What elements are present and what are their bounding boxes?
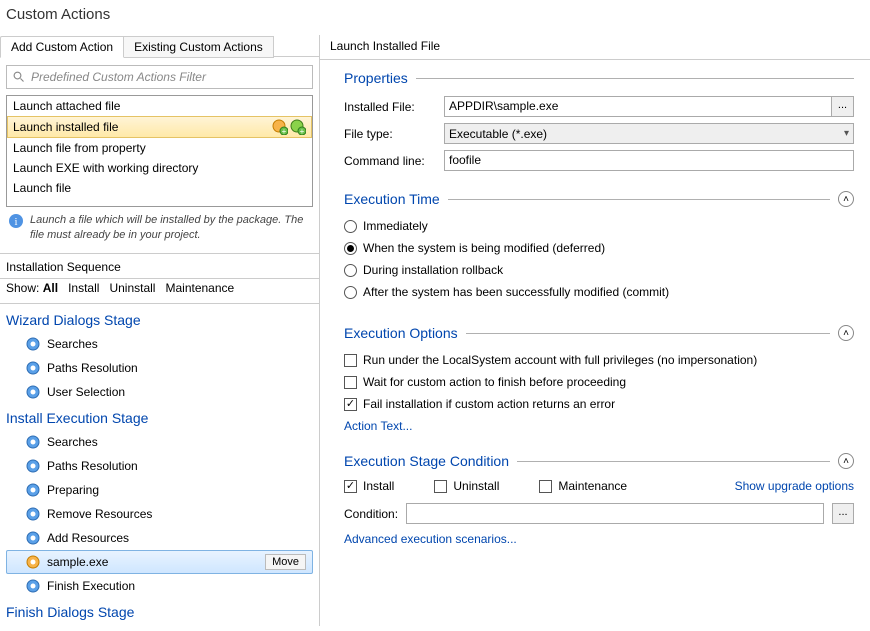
show-filter: Show: All Install Uninstall Maintenance	[0, 279, 319, 303]
stage-finish[interactable]: Finish Dialogs Stage	[6, 598, 313, 624]
installed-file-input[interactable]: APPDIR\sample.exe	[444, 96, 832, 117]
file-type-select[interactable]: Executable (*.exe) ▾	[444, 123, 854, 144]
show-all[interactable]: All	[43, 281, 58, 295]
tree-item[interactable]: Paths Resolution	[6, 356, 313, 380]
tree-item[interactable]: Remove Resources	[6, 502, 313, 526]
gear-icon	[25, 458, 41, 474]
check-wait[interactable]: Wait for custom action to finish before …	[344, 373, 854, 395]
move-button[interactable]: Move	[265, 554, 306, 570]
chevron-down-icon: ▾	[844, 128, 849, 139]
action-item[interactable]: Launch file from property	[7, 138, 312, 158]
hint-text: i Launch a file which will be installed …	[0, 207, 319, 253]
action-item[interactable]: Launch EXE with working directory	[7, 158, 312, 178]
right-pane: Launch Installed File Properties Install…	[320, 35, 870, 626]
tree-item[interactable]: Paths Resolution	[6, 454, 313, 478]
group-exec-stage: Execution Stage Condition ˄ Install Unin…	[344, 453, 854, 546]
file-type-label: File type:	[344, 127, 444, 141]
gear-icon	[25, 530, 41, 546]
page-title: Custom Actions	[0, 0, 870, 35]
group-title: Execution Stage Condition	[344, 453, 517, 469]
tab-row: Add Custom Action Existing Custom Action…	[0, 35, 319, 57]
collapse-icon[interactable]: ˄	[838, 325, 854, 341]
tree-item[interactable]: User Selection	[6, 380, 313, 404]
check-fail[interactable]: Fail installation if custom action retur…	[344, 395, 854, 417]
action-list[interactable]: Launch attached file Launch installed fi…	[6, 95, 313, 208]
filter-placeholder: Predefined Custom Actions Filter	[31, 70, 206, 84]
radio-immediately[interactable]: Immediately	[344, 217, 854, 239]
gear-icon	[25, 434, 41, 450]
group-properties: Properties Installed File: APPDIR\sample…	[344, 70, 854, 171]
action-item[interactable]: Launch installed file + +	[7, 116, 312, 138]
check-uninstall[interactable]: Uninstall	[434, 479, 499, 493]
tree-item-selected[interactable]: sample.exe Move	[6, 550, 313, 574]
tree-item[interactable]: Searches	[6, 430, 313, 454]
cmd-line-input[interactable]: foofile	[444, 150, 854, 171]
show-uninstall[interactable]: Uninstall	[109, 281, 155, 295]
action-item[interactable]: Launch file	[7, 178, 312, 198]
gear-icon	[25, 336, 41, 352]
group-exec-time: Execution Time ˄ Immediately When the sy…	[344, 191, 854, 305]
gear-icon	[25, 506, 41, 522]
sequence-title: Installation Sequence	[0, 254, 319, 278]
group-title: Execution Time	[344, 191, 448, 207]
gear-icon	[25, 482, 41, 498]
info-icon: i	[8, 213, 24, 229]
gear-icon	[25, 578, 41, 594]
search-icon	[13, 71, 25, 83]
advanced-scenarios-link[interactable]: Advanced execution scenarios...	[344, 524, 854, 546]
group-title: Execution Options	[344, 325, 466, 341]
svg-text:+: +	[300, 127, 305, 135]
tree-item[interactable]: Finish Execution	[6, 574, 313, 598]
collapse-icon[interactable]: ˄	[838, 453, 854, 469]
tab-add-custom-action[interactable]: Add Custom Action	[0, 36, 124, 58]
condition-input[interactable]	[406, 503, 824, 524]
browse-button[interactable]: ...	[832, 96, 854, 117]
filter-input[interactable]: Predefined Custom Actions Filter	[6, 65, 313, 89]
installed-file-label: Installed File:	[344, 100, 444, 114]
stage-install[interactable]: Install Execution Stage	[6, 404, 313, 430]
gear-icon	[25, 384, 41, 400]
collapse-icon[interactable]: ˄	[838, 191, 854, 207]
check-localsystem[interactable]: Run under the LocalSystem account with f…	[344, 351, 854, 373]
group-exec-options: Execution Options ˄ Run under the LocalS…	[344, 325, 854, 433]
show-install[interactable]: Install	[68, 281, 99, 295]
tab-existing-custom-actions[interactable]: Existing Custom Actions	[124, 36, 274, 58]
radio-deferred[interactable]: When the system is being modified (defer…	[344, 239, 854, 261]
show-maintenance[interactable]: Maintenance	[165, 281, 234, 295]
condition-label: Condition:	[344, 507, 398, 521]
radio-rollback[interactable]: During installation rollback	[344, 261, 854, 283]
check-maintenance[interactable]: Maintenance	[539, 479, 627, 493]
custom-action-icon	[25, 554, 41, 570]
sequence-tree: Wizard Dialogs Stage Searches Paths Reso…	[0, 304, 319, 626]
action-text-link[interactable]: Action Text...	[344, 417, 854, 433]
stage-wizard[interactable]: Wizard Dialogs Stage	[6, 306, 313, 332]
cmd-line-label: Command line:	[344, 154, 444, 168]
left-pane: Add Custom Action Existing Custom Action…	[0, 35, 320, 626]
condition-browse-button[interactable]: ...	[832, 503, 854, 524]
action-item[interactable]: Launch attached file	[7, 96, 312, 116]
show-upgrade-link[interactable]: Show upgrade options	[735, 479, 854, 493]
tree-item[interactable]: Preparing	[6, 478, 313, 502]
right-heading: Launch Installed File	[320, 35, 870, 60]
check-install[interactable]: Install	[344, 479, 394, 493]
gear-icon	[25, 360, 41, 376]
svg-text:+: +	[282, 127, 287, 135]
radio-commit[interactable]: After the system has been successfully m…	[344, 283, 854, 305]
group-title: Properties	[344, 70, 416, 86]
add-sequence-icon[interactable]: +	[272, 119, 288, 135]
svg-text:i: i	[14, 216, 17, 228]
tree-item[interactable]: Add Resources	[6, 526, 313, 550]
add-no-sequence-icon[interactable]: +	[290, 119, 306, 135]
tree-item[interactable]: Searches	[6, 332, 313, 356]
